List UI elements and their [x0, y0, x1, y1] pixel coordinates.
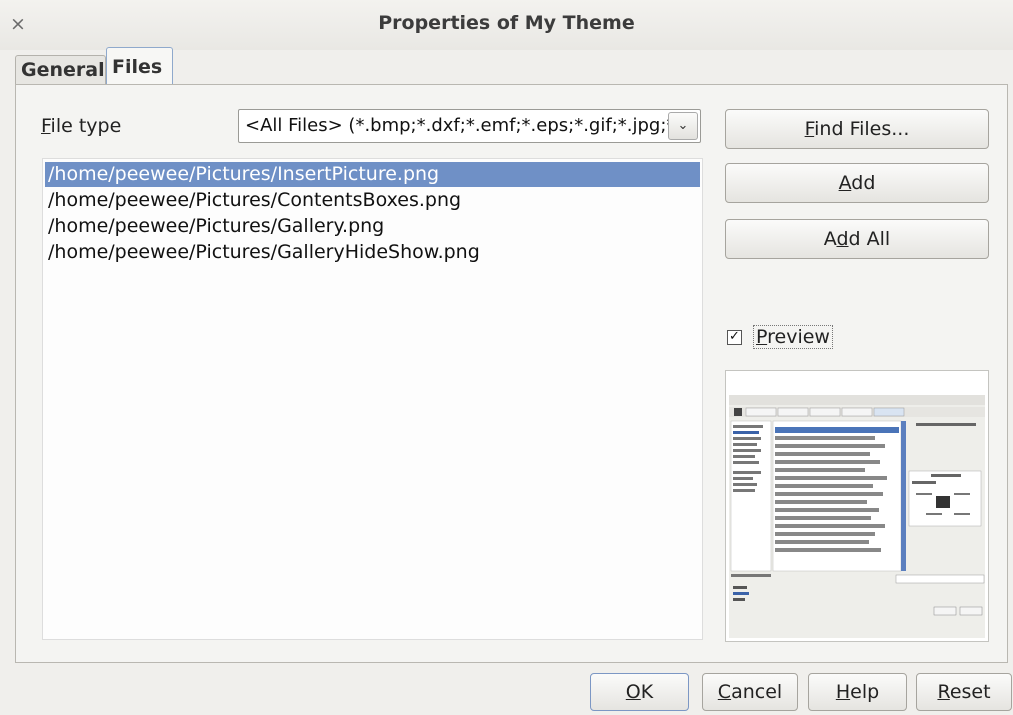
find-files-mnemonic: F	[804, 118, 815, 140]
help-label: elp	[850, 681, 880, 703]
add-all-button[interactable]: Add All	[725, 219, 989, 259]
file-type-label-mnemonic: F	[41, 115, 51, 137]
add-mnemonic: A	[838, 172, 852, 194]
ok-button[interactable]: OK	[590, 673, 689, 711]
tab-general[interactable]: General	[15, 55, 106, 84]
add-all-mnemonic: d	[836, 228, 849, 250]
file-type-value: <All Files> (*.bmp;*.dxf;*.emf;*.eps;*.g…	[245, 115, 669, 136]
reset-button[interactable]: Reset	[916, 673, 1012, 711]
file-list-item[interactable]: /home/peewee/Pictures/GalleryHideShow.pn…	[45, 240, 700, 265]
preview-image	[725, 370, 989, 642]
chevron-down-icon[interactable]: ⌄	[668, 112, 698, 140]
preview-checkbox[interactable]: ✓	[727, 330, 742, 345]
help-mnemonic: H	[835, 681, 851, 703]
file-list-item[interactable]: /home/peewee/Pictures/InsertPicture.png	[45, 162, 700, 187]
add-label: dd	[851, 172, 876, 194]
cancel-mnemonic: C	[717, 681, 732, 703]
cancel-button[interactable]: Cancel	[702, 673, 798, 711]
title-bar: × Properties of My Theme	[0, 0, 1013, 50]
find-files-button[interactable]: Find Files...	[725, 109, 989, 149]
tab-files[interactable]: Files	[106, 47, 173, 85]
add-all-label-start: A	[823, 228, 837, 250]
file-type-dropdown[interactable]: <All Files> (*.bmp;*.dxf;*.emf;*.eps;*.g…	[238, 109, 701, 143]
preview-label-text: review	[767, 326, 830, 348]
ok-mnemonic: O	[625, 681, 641, 703]
preview-thumbnail	[726, 371, 988, 641]
file-type-label: File type	[41, 115, 121, 137]
cancel-label: ancel	[731, 681, 783, 703]
file-type-label-text: ile type	[50, 115, 122, 137]
file-list-item[interactable]: /home/peewee/Pictures/ContentsBoxes.png	[45, 188, 700, 213]
file-list[interactable]: /home/peewee/Pictures/InsertPicture.png …	[42, 158, 703, 640]
reset-mnemonic: R	[937, 681, 950, 703]
reset-label: eset	[949, 681, 991, 703]
add-button[interactable]: Add	[725, 163, 989, 203]
ok-label: K	[640, 681, 654, 703]
properties-dialog: × Properties of My Theme General Files F…	[0, 0, 1013, 715]
add-all-label: d All	[848, 228, 891, 250]
file-list-item[interactable]: /home/peewee/Pictures/Gallery.png	[45, 214, 700, 239]
preview-mnemonic: P	[756, 326, 768, 348]
dialog-title: Properties of My Theme	[378, 12, 635, 34]
preview-label[interactable]: Preview	[753, 325, 833, 349]
find-files-label: ind Files...	[814, 118, 910, 140]
help-button[interactable]: Help	[808, 673, 907, 711]
